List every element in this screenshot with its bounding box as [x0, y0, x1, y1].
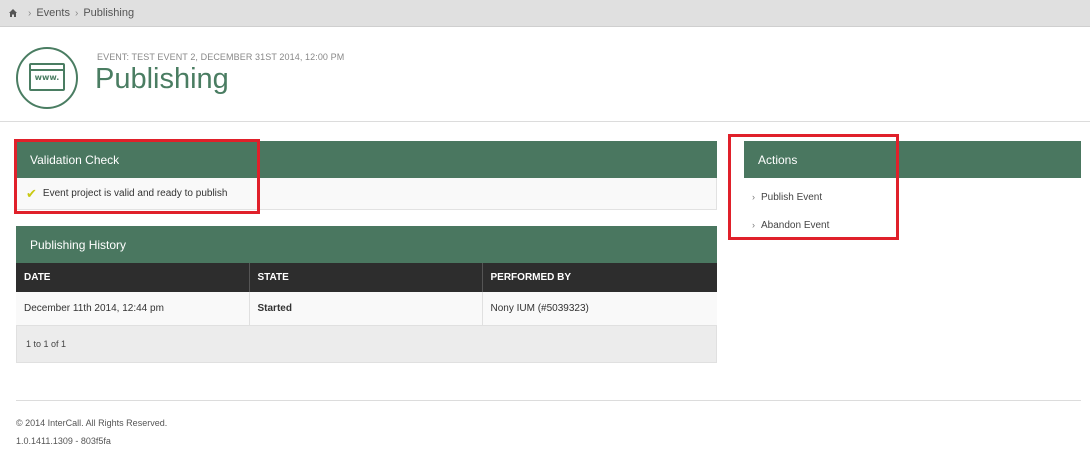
breadcrumb-separator: › — [74, 7, 79, 19]
home-icon[interactable] — [8, 8, 18, 18]
table-header-row: DATE STATE PERFORMED BY — [16, 263, 717, 292]
action-label: Publish Event — [761, 191, 823, 203]
copyright-text: © 2014 InterCall. All Rights Reserved. — [16, 418, 168, 428]
table-row[interactable]: December 11th 2014, 12:44 pm Started Non… — [16, 292, 717, 326]
version-text: 1.0.1411.1309 - 803f5fa — [16, 436, 111, 446]
column-header-performed-by[interactable]: PERFORMED BY — [482, 263, 717, 292]
browser-window-icon: www. — [29, 63, 65, 91]
web-page-icon: www. — [16, 47, 78, 109]
cell-date: December 11th 2014, 12:44 pm — [16, 292, 250, 326]
publish-event-action[interactable]: › Publish Event — [744, 183, 1081, 211]
breadcrumb-current: Publishing — [83, 7, 135, 19]
validation-check-title: Validation Check — [16, 141, 717, 178]
check-icon: ✔ — [26, 185, 37, 201]
validation-message: Event project is valid and ready to publ… — [42, 188, 228, 199]
pagination-info: 1 to 1 of 1 — [16, 325, 717, 363]
event-meta: EVENT: TEST EVENT 2, DECEMBER 31ST 2014,… — [97, 52, 345, 62]
actions-list: › Publish Event › Abandon Event — [744, 178, 1081, 239]
logo-text: www. — [34, 73, 60, 82]
breadcrumb-events-link[interactable]: Events — [36, 7, 70, 19]
page-header: www. EVENT: TEST EVENT 2, DECEMBER 31ST … — [0, 28, 1090, 122]
validation-message-row: ✔ Event project is valid and ready to pu… — [16, 178, 717, 210]
cell-state: Started — [249, 292, 483, 326]
publishing-history-title: Publishing History — [16, 226, 717, 263]
chevron-right-icon: › — [752, 192, 755, 202]
actions-title: Actions — [744, 141, 1081, 178]
column-header-date[interactable]: DATE — [16, 263, 250, 292]
breadcrumb-separator: › — [28, 7, 32, 19]
action-label: Abandon Event — [761, 219, 830, 231]
page-title: Publishing — [95, 63, 229, 95]
breadcrumb: › Events › Publishing — [0, 0, 1090, 27]
chevron-right-icon: › — [752, 220, 755, 230]
abandon-event-action[interactable]: › Abandon Event — [744, 211, 1081, 239]
cell-performed-by: Nony IUM (#5039323) — [482, 292, 717, 326]
column-header-state[interactable]: STATE — [249, 263, 483, 292]
actions-panel: Actions › Publish Event › Abandon Event — [744, 141, 1081, 239]
validation-check-panel: Validation Check ✔ Event project is vali… — [16, 141, 717, 210]
publishing-history-table: DATE STATE PERFORMED BY December 11th 20… — [16, 263, 717, 326]
publishing-history-panel: Publishing History DATE STATE PERFORMED … — [16, 226, 717, 363]
footer: © 2014 InterCall. All Rights Reserved. 1… — [16, 400, 1081, 446]
